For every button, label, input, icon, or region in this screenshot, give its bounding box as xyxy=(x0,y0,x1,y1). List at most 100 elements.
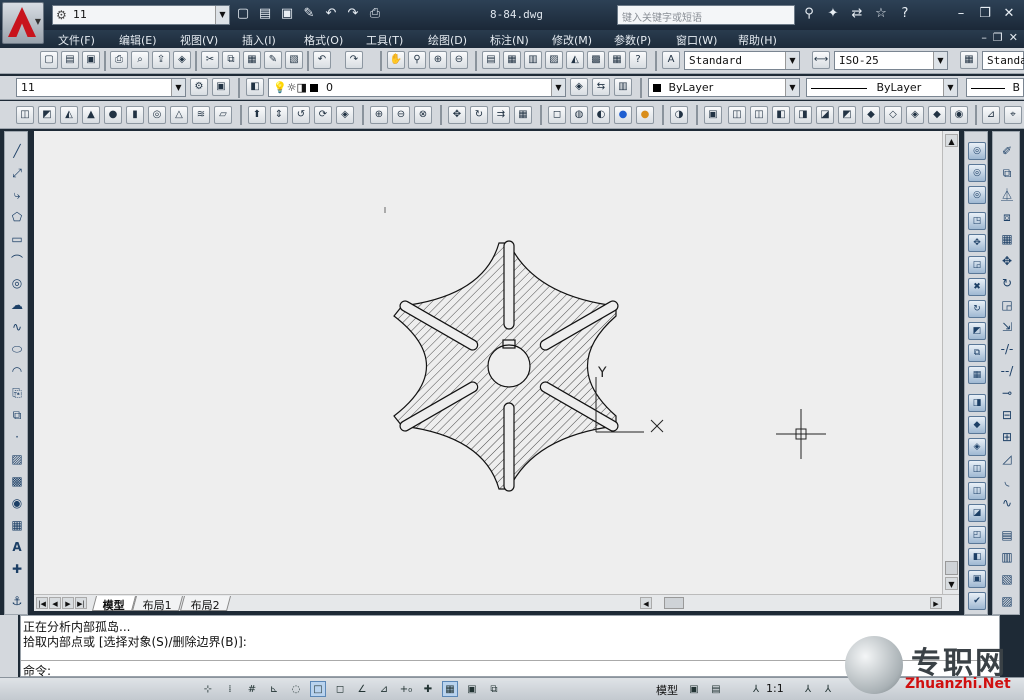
rectangle-icon[interactable]: ▭ xyxy=(8,230,26,248)
ne-iso-icon[interactable]: ◈ xyxy=(906,106,924,124)
zoom-realtime-button[interactable]: ⚲ xyxy=(408,51,426,69)
visual-styles-manager-icon[interactable]: ◑ xyxy=(670,106,688,124)
construction-line-icon[interactable]: ⤢ xyxy=(8,164,26,182)
auto-scale-button[interactable]: ⅄ xyxy=(820,681,836,697)
extrude-icon[interactable]: ⬆ xyxy=(248,106,266,124)
otrack-button[interactable]: ∠ xyxy=(354,681,370,697)
binoculars-icon[interactable]: ⚲ xyxy=(800,5,818,23)
chevron-down-icon[interactable]: ▼ xyxy=(785,52,799,69)
menu-help[interactable]: 帮助(H) xyxy=(738,32,777,48)
helix-icon[interactable]: ≋ xyxy=(192,106,210,124)
scale-icon[interactable]: ◲ xyxy=(998,296,1016,314)
wedge-icon[interactable]: ◭ xyxy=(60,106,78,124)
intersect-icon[interactable]: ⊗ xyxy=(414,106,432,124)
menu-tools[interactable]: 工具(T) xyxy=(366,32,403,48)
doc-close-button[interactable]: ✕ xyxy=(1009,31,1018,44)
menu-insert[interactable]: 插入(I) xyxy=(242,32,276,48)
annotation-scale-icon[interactable]: ⅄ xyxy=(748,681,764,697)
ellipse-arc-icon[interactable]: ◠ xyxy=(8,362,26,380)
box-icon[interactable]: ◩ xyxy=(38,106,56,124)
markup-button[interactable]: ◭ xyxy=(566,51,584,69)
first-tab-button[interactable]: |◀ xyxy=(36,597,48,609)
wireframe-icon[interactable]: ◍ xyxy=(570,106,588,124)
mirror-icon[interactable]: ⏅ xyxy=(998,186,1016,204)
help-icon[interactable]: ? xyxy=(896,5,914,23)
imprint-icon[interactable]: ◈ xyxy=(968,438,986,456)
horizontal-scroll-thumb[interactable] xyxy=(664,597,684,609)
calculator-button[interactable]: ▦ xyxy=(608,51,626,69)
design-center-button[interactable]: ▦ xyxy=(503,51,521,69)
chamfer-icon[interactable]: ◿ xyxy=(998,450,1016,468)
fillet-icon[interactable]: ◟ xyxy=(998,472,1016,490)
3d-array-icon[interactable]: ▦ xyxy=(514,106,532,124)
make-block-icon[interactable]: ⧉ xyxy=(8,406,26,424)
zoom-window-button[interactable]: ⊕ xyxy=(429,51,447,69)
subtract-icon[interactable]: ⊖ xyxy=(392,106,410,124)
se-iso-icon[interactable]: ◇ xyxy=(884,106,902,124)
doc-minimize-button[interactable]: – xyxy=(981,31,987,44)
stretch-icon[interactable]: ⇲ xyxy=(998,318,1016,336)
lineweight-button[interactable]: ✚ xyxy=(420,681,436,697)
ucs-icon[interactable]: ⊿ xyxy=(982,106,1000,124)
application-menu-button[interactable]: ▼ xyxy=(2,2,44,44)
presspull-icon[interactable]: ⇕ xyxy=(270,106,288,124)
union-icon[interactable]: ◎ xyxy=(968,142,986,160)
annotation-scale-value[interactable]: 1:1 xyxy=(766,682,784,695)
paste-button[interactable]: ▦ xyxy=(243,51,261,69)
taper-faces-icon[interactable]: ◩ xyxy=(968,322,986,340)
3d-print-button[interactable]: ◈ xyxy=(173,51,191,69)
intersect-icon[interactable]: ◎ xyxy=(968,186,986,204)
star-icon[interactable]: ☆ xyxy=(872,5,890,23)
3d-move-icon[interactable]: ✥ xyxy=(448,106,466,124)
infer-constraints-button[interactable]: ⊹ xyxy=(200,681,216,697)
layer-state-button[interactable]: ▥ xyxy=(614,78,632,96)
circle-icon[interactable]: ◎ xyxy=(8,274,26,292)
preview-button[interactable]: ⌕ xyxy=(131,51,149,69)
point-icon[interactable]: · xyxy=(8,428,26,446)
table-style-combo[interactable]: Standa xyxy=(982,51,1024,70)
revolve-icon[interactable]: ⟳ xyxy=(314,106,332,124)
planar-surface-icon[interactable]: ▱ xyxy=(214,106,232,124)
extrude-faces-icon[interactable]: ◳ xyxy=(968,212,986,230)
redo-button[interactable]: ↷ xyxy=(345,51,363,69)
array-icon[interactable]: ▦ xyxy=(998,230,1016,248)
command-window-handle[interactable] xyxy=(0,615,18,677)
help-button[interactable]: ? xyxy=(629,51,647,69)
back-view-icon[interactable]: ◩ xyxy=(838,106,856,124)
lineweight-combo[interactable]: B xyxy=(966,78,1024,97)
scroll-up-arrow[interactable]: ▲ xyxy=(945,134,958,147)
open-file-button[interactable]: ▤ xyxy=(61,51,79,69)
loft-icon[interactable]: ◈ xyxy=(336,106,354,124)
arc-icon[interactable]: ⌒ xyxy=(8,252,26,270)
layer-merge-icon[interactable]: ▧ xyxy=(998,570,1016,588)
menu-parametric[interactable]: 参数(P) xyxy=(614,32,651,48)
chevron-down-icon[interactable]: ▼ xyxy=(551,79,565,96)
thicken-icon[interactable]: ▣ xyxy=(968,570,986,588)
move-faces-icon[interactable]: ✥ xyxy=(968,234,986,252)
copy-button[interactable]: ⧉ xyxy=(222,51,240,69)
copy-object-icon[interactable]: ⧉ xyxy=(998,164,1016,182)
menu-draw[interactable]: 绘图(D) xyxy=(428,32,467,48)
sphere-icon[interactable]: ● xyxy=(104,106,122,124)
quick-properties-button[interactable]: ▣ xyxy=(464,681,480,697)
delete-faces-icon[interactable]: ✖ xyxy=(968,278,986,296)
transparency-button[interactable]: ▦ xyxy=(442,681,458,697)
zoom-previous-button[interactable]: ⊖ xyxy=(450,51,468,69)
offset-faces-icon[interactable]: ◲ xyxy=(968,256,986,274)
search-input[interactable]: 键入关键字或短语 xyxy=(617,5,795,25)
quick-view-drawings-button[interactable]: ▤ xyxy=(708,681,724,697)
right-view-icon[interactable]: ◨ xyxy=(794,106,812,124)
visual-style-2d-icon[interactable]: ◻ xyxy=(548,106,566,124)
save-as-icon[interactable]: ✎ xyxy=(300,5,318,23)
chevron-down-icon[interactable]: ▼ xyxy=(171,79,185,96)
next-tab-button[interactable]: ▶ xyxy=(62,597,74,609)
text-style-combo[interactable]: Standard ▼ xyxy=(684,51,800,70)
dim-style-combo[interactable]: ISO-25 ▼ xyxy=(834,51,948,70)
sweep-icon[interactable]: ↺ xyxy=(292,106,310,124)
clean-icon[interactable]: ◫ xyxy=(968,460,986,478)
menu-dimension[interactable]: 标注(N) xyxy=(490,32,529,48)
3d-align-icon[interactable]: ⇉ xyxy=(492,106,510,124)
scroll-right-arrow[interactable]: ▶ xyxy=(930,597,942,609)
offset-icon[interactable]: ⧈ xyxy=(998,208,1016,226)
chevron-down-icon[interactable]: ▼ xyxy=(215,6,229,24)
